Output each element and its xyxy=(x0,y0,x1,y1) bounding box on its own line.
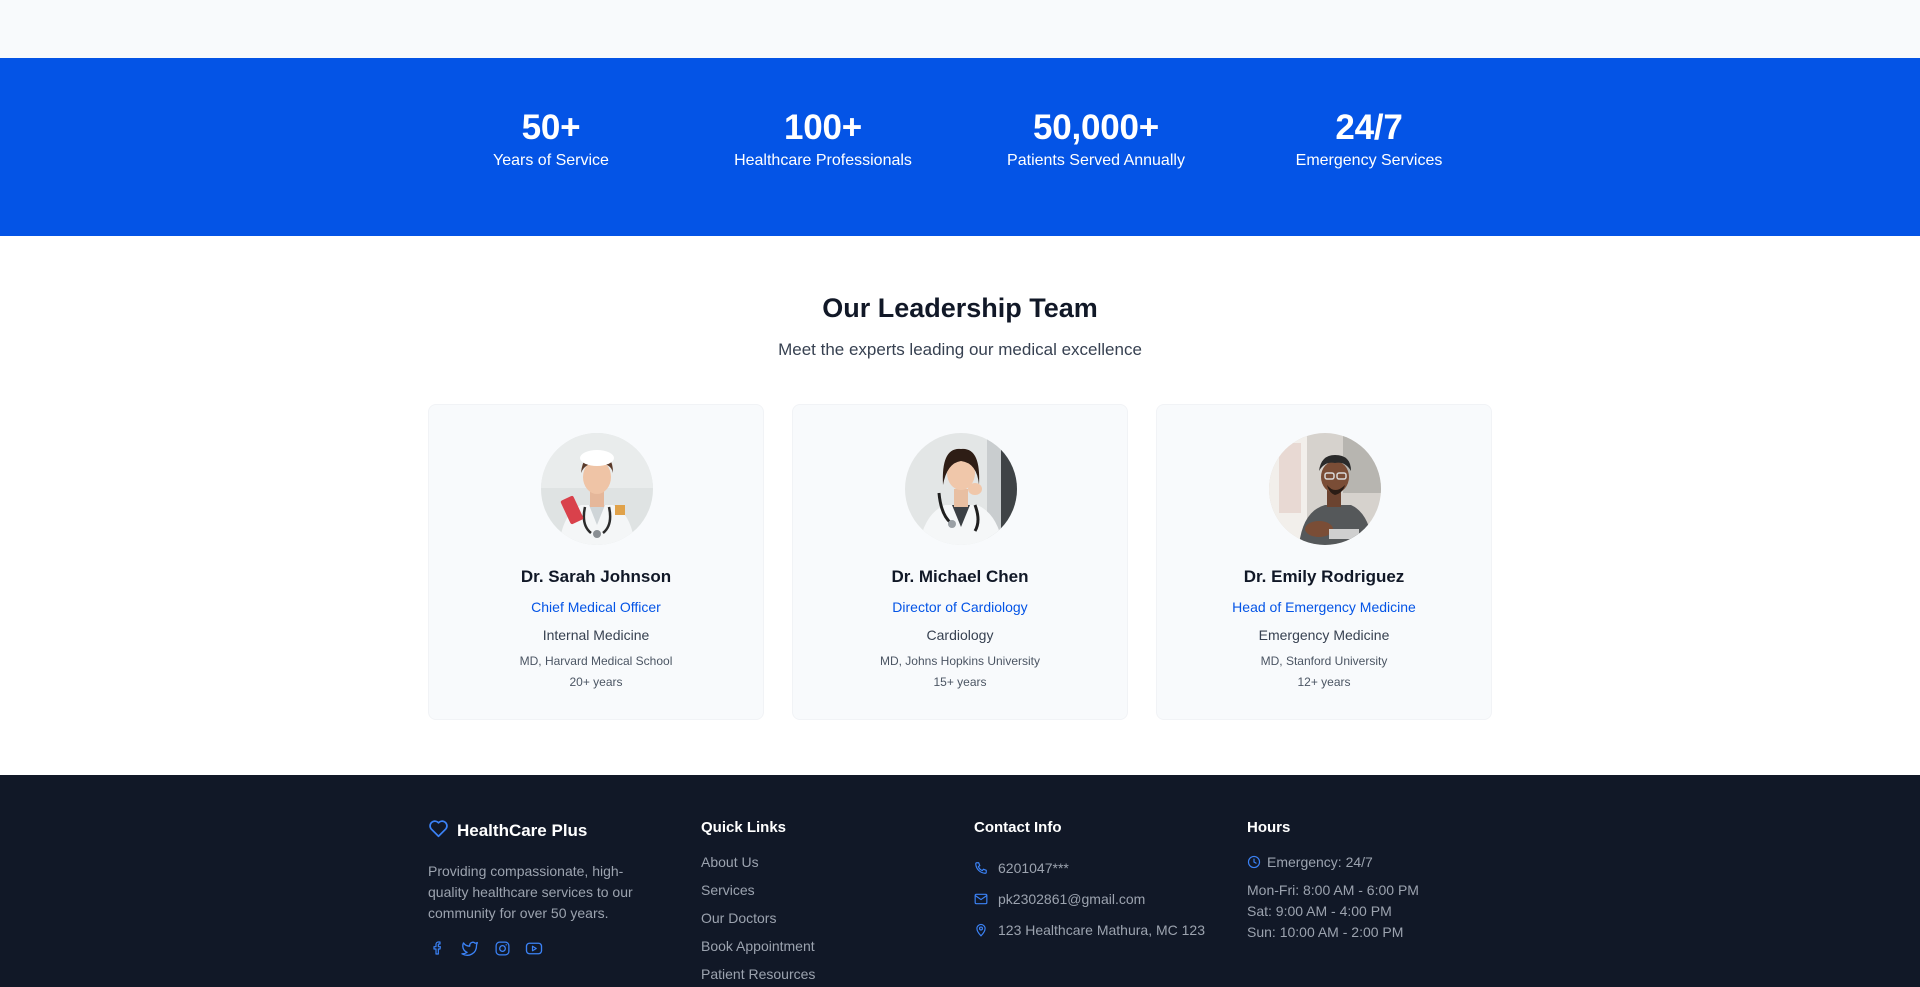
doctor-role: Chief Medical Officer xyxy=(531,599,661,615)
section-title: Our Leadership Team xyxy=(822,293,1098,323)
doctor-name: Dr. Michael Chen xyxy=(891,567,1029,586)
stat-value: 24/7 xyxy=(1335,108,1403,147)
doctor-experience: 12+ years xyxy=(1297,675,1351,689)
footer-brand-column: HealthCare Plus Providing compassionate,… xyxy=(428,819,658,958)
clock-icon xyxy=(1247,855,1261,869)
stat-value: 50+ xyxy=(521,108,581,147)
team-card: Dr. Emily Rodriguez Head of Emergency Me… xyxy=(1156,404,1492,720)
contact-heading: Contact Info xyxy=(974,819,1062,836)
doctor-education: MD, Stanford University xyxy=(1260,654,1388,668)
footer-link-about-us[interactable]: About Us xyxy=(701,852,815,880)
facebook-icon[interactable] xyxy=(428,938,448,958)
footer-link-services[interactable]: Services xyxy=(701,880,815,908)
contact-phone[interactable]: 6201047*** xyxy=(974,852,1205,883)
stat-value: 50,000+ xyxy=(1032,108,1160,147)
hours-emergency: Emergency: 24/7 xyxy=(1247,854,1419,870)
address-text: 123 Healthcare Mathura, MC 123 xyxy=(998,921,1205,938)
instagram-icon[interactable] xyxy=(492,938,512,958)
stat-label: Emergency Services xyxy=(1295,151,1443,169)
stat-label: Healthcare Professionals xyxy=(734,151,912,169)
footer-link-our-doctors[interactable]: Our Doctors xyxy=(701,908,815,936)
doctor-experience: 15+ years xyxy=(933,675,987,689)
doctor-education: MD, Harvard Medical School xyxy=(519,654,673,668)
map-pin-icon xyxy=(974,923,988,937)
stat-label: Years of Service xyxy=(493,151,609,169)
hours-list: Mon-Fri: 8:00 AM - 6:00 PM Sat: 9:00 AM … xyxy=(1247,880,1419,943)
team-card: Dr. Michael Chen Director of Cardiology … xyxy=(792,404,1128,720)
avatar xyxy=(905,433,1017,545)
social-links xyxy=(428,938,658,958)
stat-professionals: 100+ Healthcare Professionals xyxy=(693,108,953,170)
stat-patients: 50,000+ Patients Served Annually xyxy=(966,108,1226,170)
hours-weekdays: Mon-Fri: 8:00 AM - 6:00 PM xyxy=(1247,882,1419,898)
doctor-education: MD, Johns Hopkins University xyxy=(879,654,1041,668)
footer-link-book-appointment[interactable]: Book Appointment xyxy=(701,936,815,964)
avatar xyxy=(1269,433,1381,545)
emergency-hours-text: Emergency: 24/7 xyxy=(1267,854,1373,870)
stats-band: 50+ Years of Service 100+ Healthcare Pro… xyxy=(0,58,1920,236)
doctor-name: Dr. Sarah Johnson xyxy=(520,567,672,586)
avatar xyxy=(541,433,653,545)
doctor-specialty: Emergency Medicine xyxy=(1258,627,1390,643)
site-footer: HealthCare Plus Providing compassionate,… xyxy=(0,775,1920,987)
header-area-strip xyxy=(0,0,1920,58)
doctor-specialty: Cardiology xyxy=(926,627,994,643)
brand-name: HealthCare Plus xyxy=(457,821,588,840)
phone-text: 6201047*** xyxy=(998,859,1069,876)
stat-years: 50+ Years of Service xyxy=(421,108,681,170)
mail-icon xyxy=(974,892,988,906)
team-card: Dr. Sarah Johnson Chief Medical Officer … xyxy=(428,404,764,720)
email-text: pk2302861@gmail.com xyxy=(998,890,1146,907)
quick-links-column: Quick Links About Us Services Our Doctor… xyxy=(701,819,815,987)
stat-value: 100+ xyxy=(783,108,863,147)
stat-label: Patients Served Annually xyxy=(1007,151,1185,169)
section-subtitle: Meet the experts leading our medical exc… xyxy=(778,340,1142,359)
doctor-experience: 20+ years xyxy=(569,675,623,689)
hours-saturday: Sat: 9:00 AM - 4:00 PM xyxy=(1247,903,1392,919)
quick-links-list: About Us Services Our Doctors Book Appoi… xyxy=(701,852,815,987)
phone-icon xyxy=(974,861,988,875)
doctor-specialty: Internal Medicine xyxy=(542,627,650,643)
quick-links-heading: Quick Links xyxy=(701,819,787,836)
brand-description: Providing compassionate, high-quality he… xyxy=(428,863,633,921)
twitter-icon[interactable] xyxy=(460,938,480,958)
hours-column: Hours Emergency: 24/7 Mon-Fri: 8:00 AM -… xyxy=(1247,819,1419,943)
hours-sunday: Sun: 10:00 AM - 2:00 PM xyxy=(1247,924,1404,940)
contact-column: Contact Info 6201047*** pk2302861@gmail.… xyxy=(974,819,1205,945)
heart-icon xyxy=(428,819,449,843)
hours-heading: Hours xyxy=(1247,819,1291,836)
leadership-section: Our Leadership Team Meet the experts lea… xyxy=(0,236,1920,775)
doctor-role: Head of Emergency Medicine xyxy=(1232,599,1416,615)
footer-brand[interactable]: HealthCare Plus xyxy=(428,819,658,843)
contact-list: 6201047*** pk2302861@gmail.com 123 Healt… xyxy=(974,852,1205,945)
doctor-role: Director of Cardiology xyxy=(892,599,1028,615)
doctor-name: Dr. Emily Rodriguez xyxy=(1243,567,1405,586)
footer-link-patient-resources[interactable]: Patient Resources xyxy=(701,964,815,987)
stat-emergency: 24/7 Emergency Services xyxy=(1239,108,1499,170)
youtube-icon[interactable] xyxy=(524,938,544,958)
contact-email[interactable]: pk2302861@gmail.com xyxy=(974,883,1205,914)
contact-address: 123 Healthcare Mathura, MC 123 xyxy=(974,914,1205,945)
